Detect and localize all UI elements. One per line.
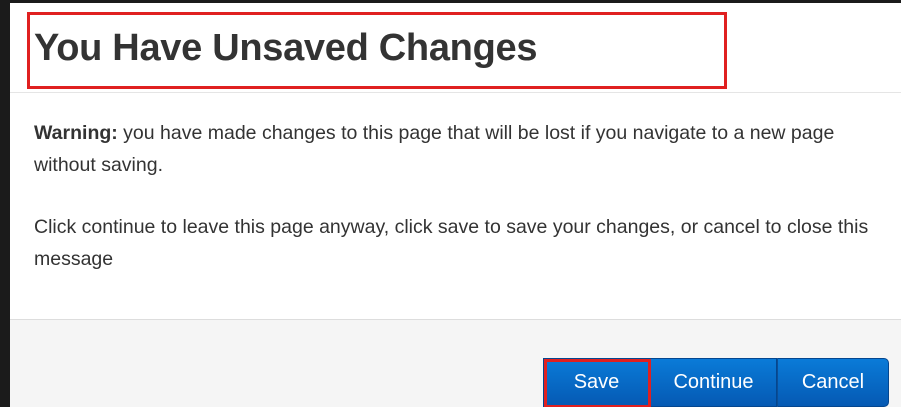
warning-label: Warning: <box>34 122 118 144</box>
continue-button-label: Continue <box>673 371 754 393</box>
action-button-group: Save Continue Cancel <box>543 358 889 407</box>
dialog-footer: Save Continue Cancel <box>10 319 901 407</box>
dialog-body: Warning: you have made changes to this p… <box>34 117 884 305</box>
warning-message: Warning: you have made changes to this p… <box>34 117 884 181</box>
save-button[interactable]: Save <box>543 358 651 407</box>
unsaved-changes-dialog: You Have Unsaved Changes Warning: you ha… <box>0 0 901 407</box>
continue-button[interactable]: Continue <box>650 358 777 407</box>
warning-text: you have made changes to this page that … <box>34 122 835 176</box>
save-highlight-box <box>544 359 651 407</box>
dialog-title: You Have Unsaved Changes <box>34 27 538 69</box>
dialog-header: You Have Unsaved Changes <box>10 3 901 93</box>
cancel-button[interactable]: Cancel <box>777 358 889 407</box>
instructions-message: Click continue to leave this page anyway… <box>34 216 869 270</box>
cancel-button-label: Cancel <box>801 371 865 393</box>
